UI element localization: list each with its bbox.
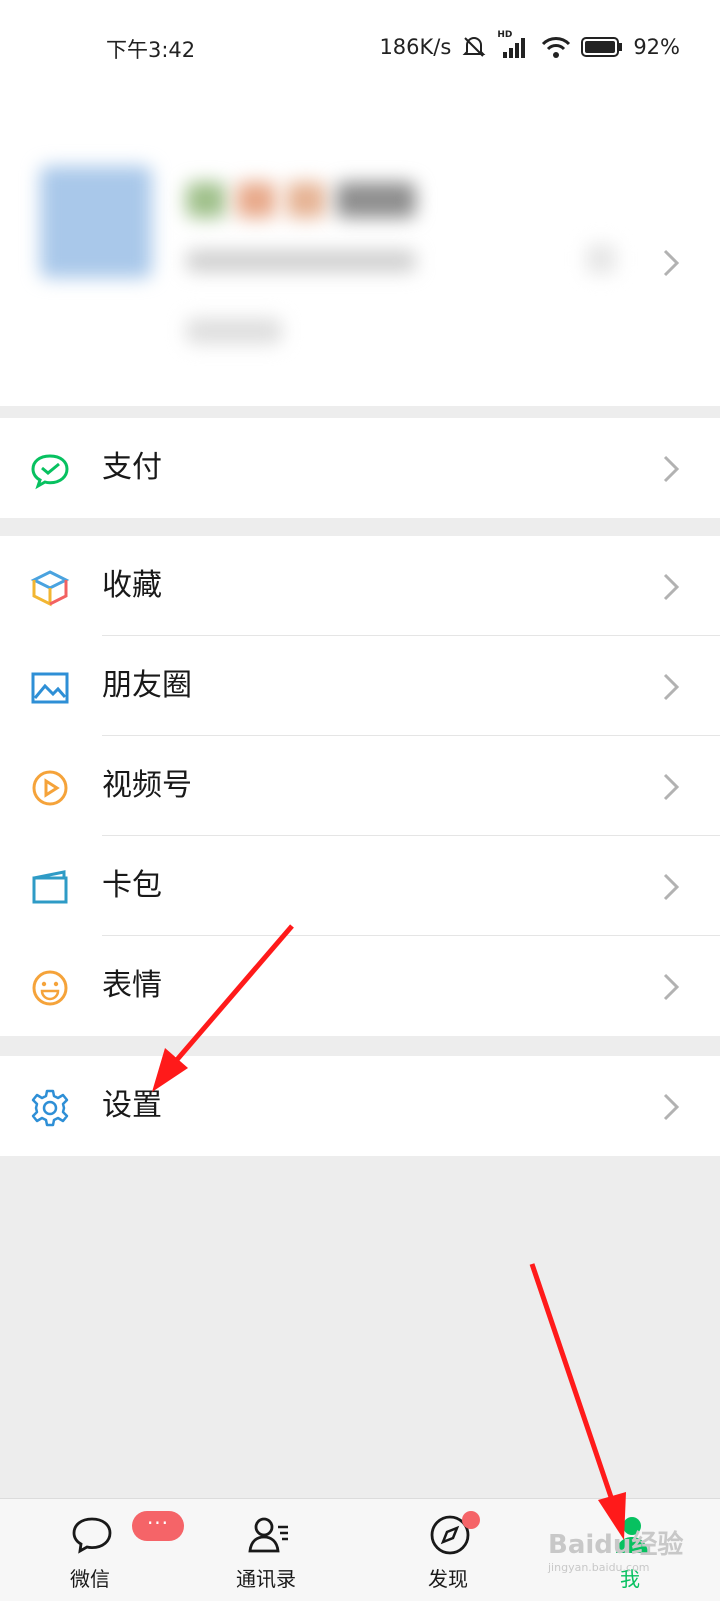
chevron-right-icon bbox=[663, 249, 680, 277]
moments-image-icon bbox=[31, 672, 69, 704]
nickname-blur-4 bbox=[336, 182, 416, 218]
tab-discover[interactable]: 发现 bbox=[388, 1499, 508, 1601]
pay-icon bbox=[31, 454, 69, 490]
watermark: Baidu经验 jingyan.baidu.com bbox=[548, 1524, 683, 1574]
nickname-blur-2 bbox=[236, 182, 276, 218]
menu-label-settings: 设置 bbox=[102, 1088, 162, 1123]
watermark-text: Baidu经验 bbox=[548, 1530, 684, 1560]
status-blur bbox=[186, 318, 282, 344]
menu-label-cards: 卡包 bbox=[102, 868, 162, 903]
menu-item-pay[interactable]: 支付 bbox=[0, 418, 720, 518]
status-bar: 下午3:42 186K/s HD 92% bbox=[0, 0, 720, 96]
menu-label-channels: 视频号 bbox=[102, 768, 192, 803]
menu-item-stickers[interactable]: 表情 bbox=[0, 936, 720, 1036]
tab-chats[interactable]: 微信 ··· bbox=[30, 1499, 184, 1601]
sticker-smiley-icon bbox=[32, 970, 68, 1006]
menu-item-moments[interactable]: 朋友圈 bbox=[0, 636, 720, 736]
menu-item-channels[interactable]: 视频号 bbox=[0, 736, 720, 836]
mute-bell-icon bbox=[462, 37, 486, 57]
tab-contacts[interactable]: 通讯录 bbox=[206, 1499, 326, 1601]
status-time: 下午3:42 bbox=[106, 38, 196, 62]
chevron-right-icon bbox=[663, 973, 680, 1001]
gear-icon bbox=[31, 1089, 69, 1127]
battery-percent: 92% bbox=[633, 35, 680, 59]
network-speed: 186K/s bbox=[379, 35, 452, 59]
chevron-right-icon bbox=[663, 873, 680, 901]
unread-badge: ··· bbox=[132, 1511, 184, 1541]
status-right: 186K/s HD 92% bbox=[379, 30, 680, 60]
avatar bbox=[40, 166, 152, 278]
pay-section: 支付 bbox=[0, 418, 720, 518]
chevron-right-icon bbox=[663, 673, 680, 701]
nickname-blur bbox=[186, 182, 226, 218]
battery-icon bbox=[581, 37, 623, 57]
wifi-icon bbox=[542, 37, 571, 58]
chevron-right-icon bbox=[663, 573, 680, 601]
nickname-blur-3 bbox=[286, 182, 326, 218]
wechat-id-blur bbox=[186, 250, 416, 272]
new-dot-badge bbox=[462, 1511, 480, 1529]
menu-label-pay: 支付 bbox=[102, 450, 162, 485]
tab-label-chats: 微信 bbox=[70, 1567, 110, 1591]
menu-item-settings[interactable]: 设置 bbox=[0, 1056, 720, 1156]
chat-bubble-icon bbox=[72, 1517, 112, 1554]
tab-label-discover: 发现 bbox=[428, 1567, 468, 1591]
menu-label-favorites: 收藏 bbox=[102, 568, 162, 603]
chevron-right-icon bbox=[663, 773, 680, 801]
main-menu-section: 收藏 朋友圈 视频号 卡包 表情 bbox=[0, 536, 720, 1036]
chevron-right-icon bbox=[663, 1093, 680, 1121]
watermark-sub: jingyan.baidu.com bbox=[548, 1561, 650, 1574]
favorites-cube-icon bbox=[30, 570, 70, 607]
hd-signal-icon: HD bbox=[497, 30, 531, 60]
qrcode-blur bbox=[586, 244, 616, 274]
contacts-person-icon bbox=[248, 1517, 288, 1553]
profile-header[interactable] bbox=[0, 96, 720, 406]
menu-label-moments: 朋友圈 bbox=[102, 668, 192, 703]
tab-label-contacts: 通讯录 bbox=[236, 1567, 296, 1591]
menu-item-favorites[interactable]: 收藏 bbox=[0, 536, 720, 636]
chevron-right-icon bbox=[663, 455, 680, 483]
channels-play-icon bbox=[32, 770, 68, 806]
settings-section: 设置 bbox=[0, 1056, 720, 1156]
card-wallet-icon bbox=[32, 870, 68, 904]
menu-item-cards[interactable]: 卡包 bbox=[0, 836, 720, 936]
menu-label-stickers: 表情 bbox=[102, 968, 162, 1003]
